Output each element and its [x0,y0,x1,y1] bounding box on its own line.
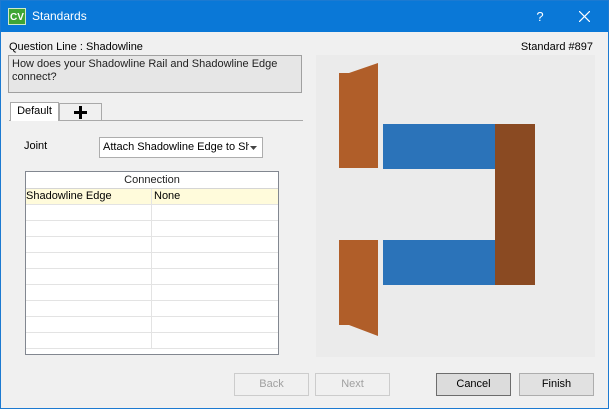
finish-button[interactable]: Finish [519,373,594,396]
chevron-down-icon [250,146,257,150]
question-line-label: Question Line : Shadowline [9,41,143,53]
standard-number: Standard #897 [520,41,593,53]
joint-dropdown[interactable]: Attach Shadowline Edge to Sh [99,137,263,158]
connection-header: Connection [26,172,278,189]
window-title: Standards [32,9,87,23]
plus-icon [74,106,87,119]
next-button[interactable]: Next [315,373,390,396]
help-button[interactable]: ? [524,1,556,32]
table-row [26,285,278,301]
joint-preview [316,55,595,357]
table-row [26,237,278,253]
table-row [26,253,278,269]
connection-value-cell[interactable]: None [153,189,278,205]
close-icon [579,11,590,22]
app-icon: CV [8,8,26,25]
connection-table: Connection Shadowline Edge None [25,171,279,355]
back-button[interactable]: Back [234,373,309,396]
table-row [26,301,278,317]
shadowline-rail-bottom [383,240,495,285]
tab-default[interactable]: Default [10,102,59,121]
cancel-button[interactable]: Cancel [436,373,511,396]
standards-dialog: CV Standards ? Question Line : Shadowlin… [0,0,609,409]
table-row [26,317,278,333]
table-row [26,333,278,349]
table-row [26,205,278,221]
stile-piece [495,124,535,285]
connection-part-cell: Shadowline Edge [26,189,152,205]
table-row[interactable]: Shadowline Edge None [26,189,278,205]
question-text: How does your Shadowline Rail and Shadow… [8,55,302,93]
joint-diagram [316,55,595,357]
shadowline-edge-bottom [339,240,378,336]
add-tab-button[interactable] [59,103,102,120]
shadowline-edge-top [339,63,378,168]
table-row [26,221,278,237]
joint-value: Attach Shadowline Edge to Sh [103,141,249,153]
close-button[interactable] [568,1,602,32]
title-bar: CV Standards ? [1,1,608,32]
shadowline-rail-top [383,124,495,169]
joint-label: Joint [24,140,48,152]
table-row [26,269,278,285]
